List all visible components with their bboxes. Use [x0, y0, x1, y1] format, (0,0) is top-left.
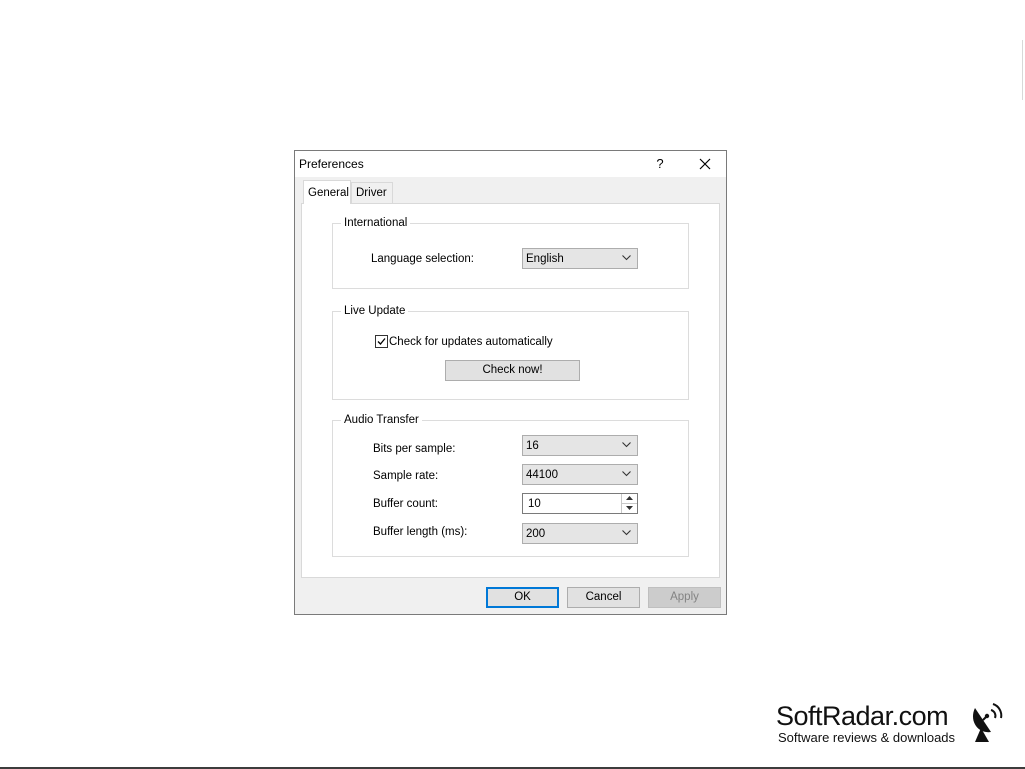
tab-driver[interactable]: Driver: [351, 182, 393, 203]
title-bar[interactable]: Preferences ?: [295, 151, 726, 177]
bits-per-sample-label: Bits per sample:: [373, 443, 456, 455]
chevron-down-icon: [622, 471, 631, 477]
tab-general[interactable]: General: [303, 180, 351, 204]
live-update-legend: Live Update: [341, 304, 409, 318]
arrow-up-icon: [626, 496, 633, 500]
softradar-watermark: SoftRadar.com Software reviews & downloa…: [776, 700, 1016, 750]
ok-button[interactable]: OK: [486, 587, 559, 608]
audio-transfer-group: Audio Transfer Bits per sample: 16 Sampl…: [332, 413, 689, 557]
sample-rate-label: Sample rate:: [373, 470, 439, 482]
spin-up-button[interactable]: [622, 494, 637, 504]
chevron-down-icon: [622, 442, 631, 448]
spin-down-button[interactable]: [622, 504, 637, 513]
auto-update-checkbox[interactable]: [375, 335, 388, 348]
sample-rate-value: 44100: [526, 469, 558, 481]
bits-per-sample-value: 16: [526, 440, 539, 452]
close-icon: [699, 158, 711, 170]
buffer-length-select[interactable]: 200: [522, 523, 638, 544]
audio-transfer-legend: Audio Transfer: [341, 413, 422, 427]
bits-per-sample-select[interactable]: 16: [522, 435, 638, 456]
buffer-count-spinbox[interactable]: 10: [522, 493, 638, 514]
auto-update-label[interactable]: Check for updates automatically: [389, 335, 553, 349]
window-edge: [1022, 40, 1023, 100]
check-now-button[interactable]: Check now!: [445, 360, 580, 381]
satellite-dish-icon: [972, 703, 1003, 742]
buffer-count-label: Buffer count:: [373, 498, 438, 510]
sample-rate-select[interactable]: 44100: [522, 464, 638, 485]
watermark-name: SoftRadar.com: [776, 701, 949, 731]
international-group: International Language selection: Englis…: [332, 216, 689, 289]
dialog-title: Preferences: [299, 157, 364, 171]
close-button[interactable]: [690, 151, 720, 177]
chevron-down-icon: [622, 530, 631, 536]
preferences-dialog: Preferences ? General Driver Internation…: [294, 150, 727, 615]
buffer-length-label: Buffer length (ms):: [373, 526, 468, 538]
international-legend: International: [341, 216, 411, 230]
general-tab-panel: International Language selection: Englis…: [301, 203, 720, 578]
language-select[interactable]: English: [522, 248, 638, 269]
language-selection-label: Language selection:: [371, 253, 474, 265]
watermark-tagline: Software reviews & downloads: [778, 730, 956, 745]
buffer-count-value: 10: [528, 498, 541, 510]
chevron-down-icon: [622, 255, 631, 261]
buffer-length-value: 200: [526, 528, 546, 540]
arrow-down-icon: [626, 506, 633, 510]
cancel-button[interactable]: Cancel: [567, 587, 640, 608]
checkmark-icon: [377, 338, 386, 345]
apply-button[interactable]: Apply: [648, 587, 721, 608]
help-button[interactable]: ?: [645, 151, 675, 177]
spin-buttons: [621, 494, 637, 513]
language-select-value: English: [526, 253, 564, 265]
live-update-group: Live Update Check for updates automatica…: [332, 304, 689, 400]
